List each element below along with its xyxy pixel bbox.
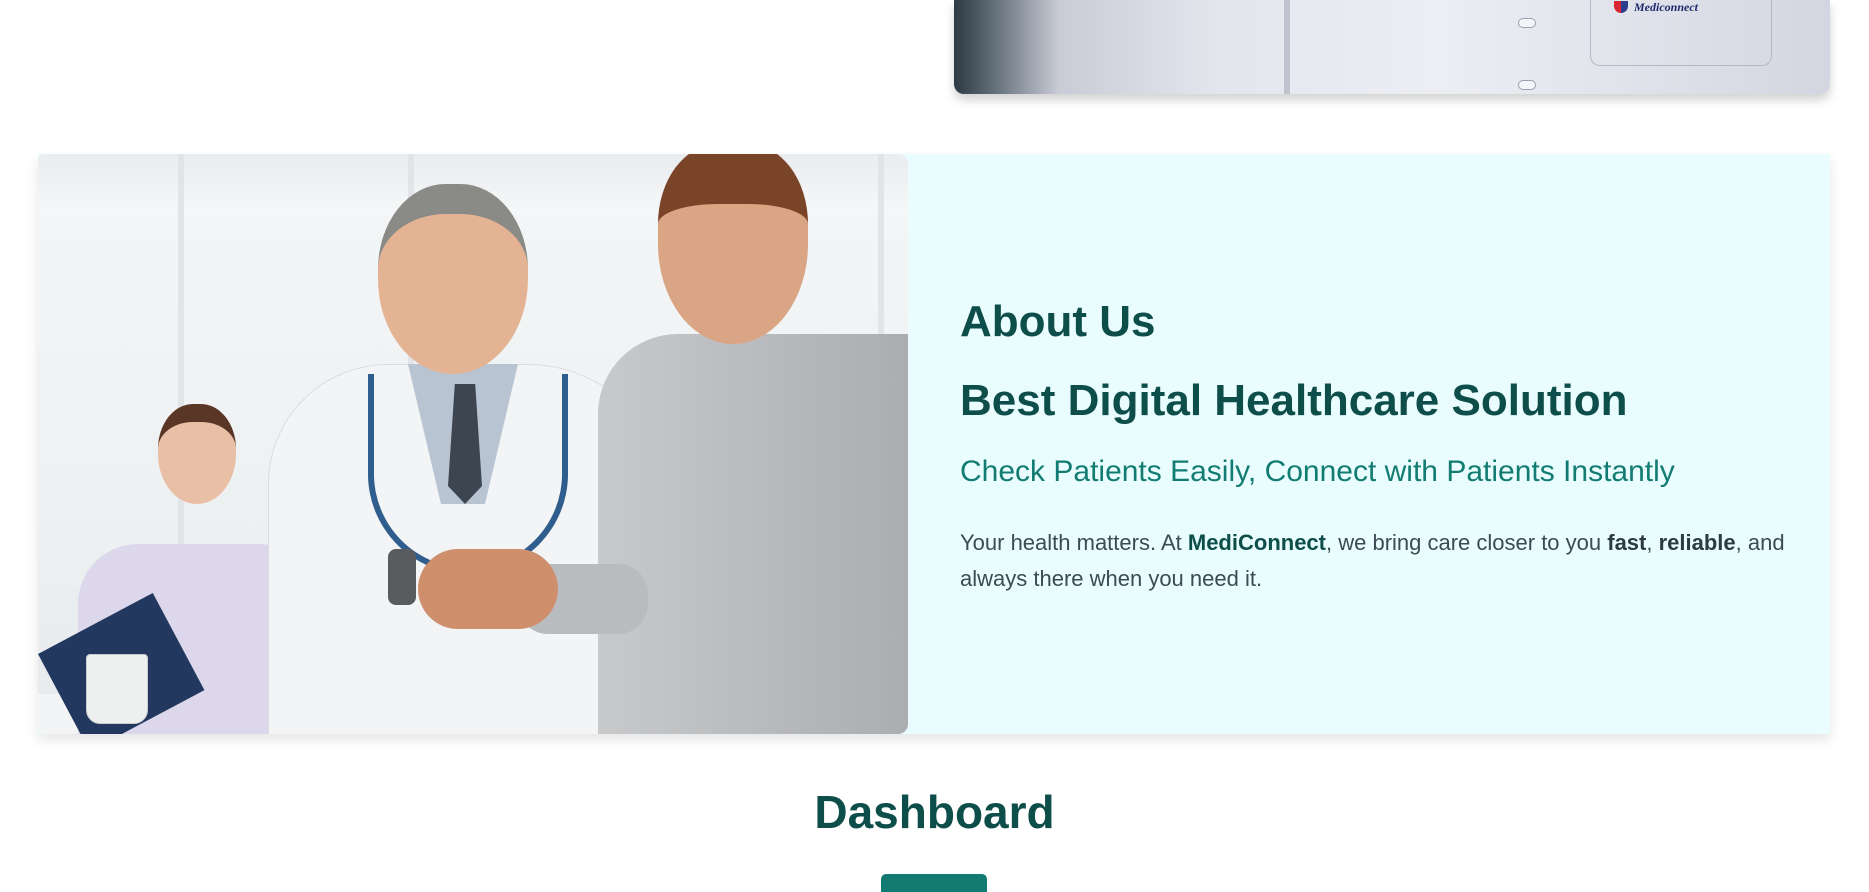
mediconnect-logo-icon <box>1614 1 1628 13</box>
about-description: Your health matters. At MediConnect, we … <box>960 525 1810 597</box>
coat-logo-text: Mediconnect <box>1634 0 1698 14</box>
brand-name: MediConnect <box>1187 530 1326 555</box>
about-section: About Us Best Digital Healthcare Solutio… <box>38 154 1830 734</box>
desc-emphasis: reliable <box>1658 530 1736 555</box>
handshake <box>418 549 558 629</box>
about-subtitle: Check Patients Easily, Connect with Pati… <box>960 455 1675 488</box>
dashboard-title: Dashboard <box>814 786 1055 838</box>
coat-button <box>1518 80 1536 90</box>
desc-text: Your health matters. At <box>960 530 1188 555</box>
patient-figure <box>598 154 908 734</box>
hero-doctor-image: Mediconnect <box>954 0 1830 94</box>
watch-icon <box>388 549 416 605</box>
coat-button <box>1518 18 1536 28</box>
about-text-block: About Us Best Digital Healthcare Solutio… <box>960 294 1810 597</box>
stethoscope-icon <box>368 374 568 574</box>
desc-text: , <box>1646 530 1659 555</box>
about-title: Best Digital Healthcare Solution <box>960 376 1628 425</box>
dashboard-button[interactable] <box>881 874 987 892</box>
pen-cup <box>86 654 148 724</box>
doctor-handshake-image <box>38 154 908 734</box>
coat-logo: Mediconnect <box>1614 0 1698 14</box>
coat-fold <box>1284 0 1290 94</box>
desc-emphasis: fast <box>1607 530 1647 555</box>
about-heading: About Us <box>960 297 1156 346</box>
desc-text: , we bring care closer to you <box>1326 530 1608 555</box>
page: Mediconnect About Us Best Digital Health… <box>0 0 1869 892</box>
